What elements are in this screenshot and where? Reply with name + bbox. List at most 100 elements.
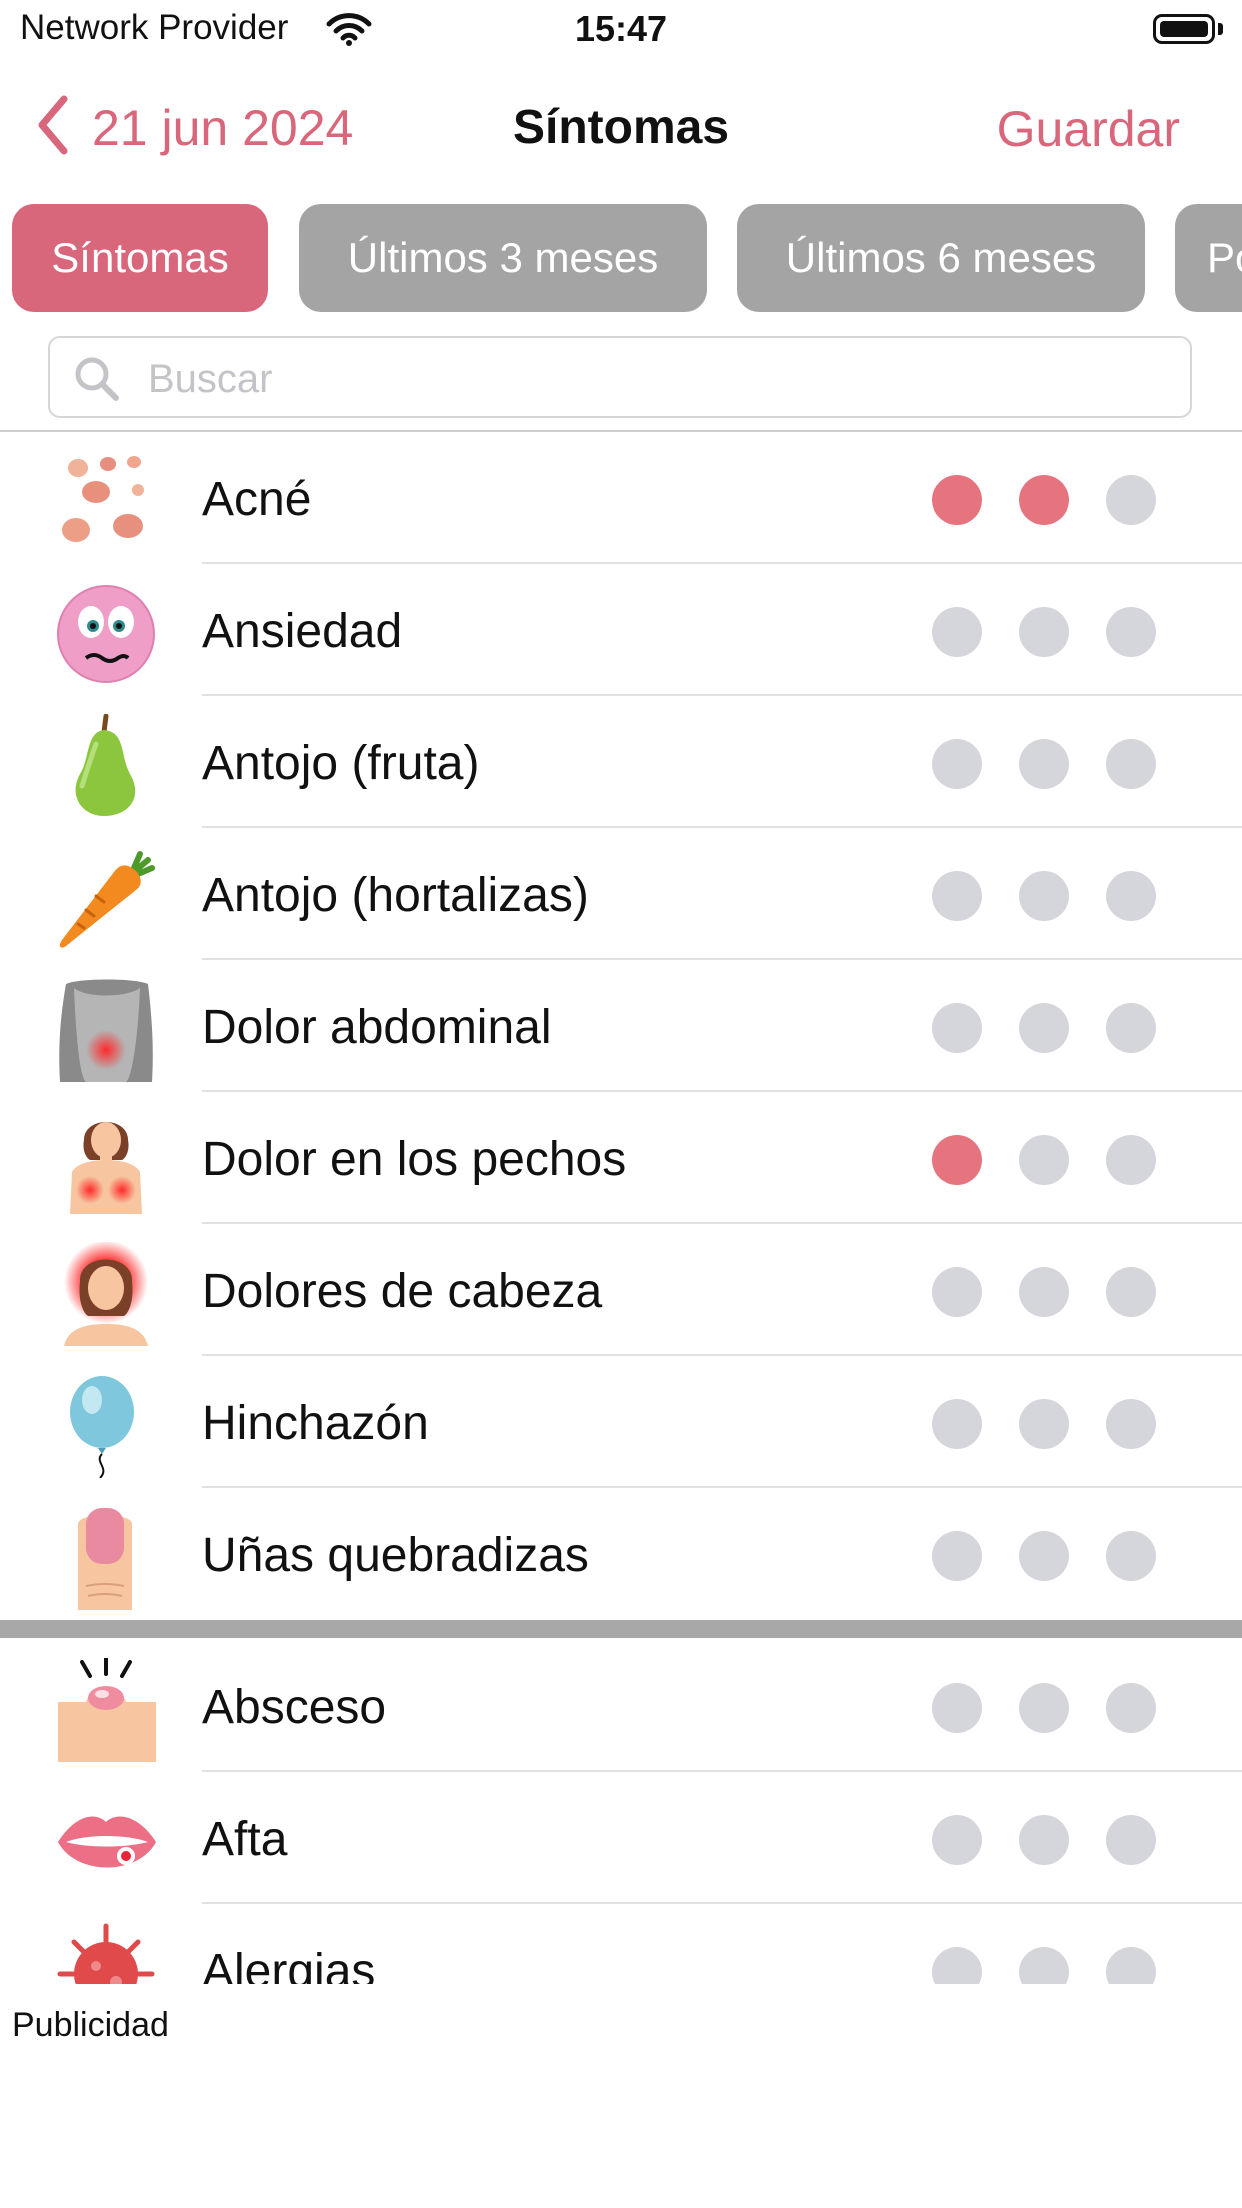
symptom-label: Dolores de cabeza — [202, 1265, 603, 1318]
symptom-label: Absceso — [202, 1681, 387, 1734]
severity-selector — [932, 1399, 1156, 1449]
severity-selector — [932, 1683, 1156, 1733]
symptom-label: Ansiedad — [202, 605, 403, 658]
symptom-label: Dolor en los pechos — [202, 1133, 627, 1186]
severity-dot-1[interactable] — [932, 871, 982, 921]
tab-symptoms[interactable]: Síntomas — [12, 204, 268, 312]
severity-dot-2[interactable] — [1019, 1683, 1069, 1733]
severity-selector — [932, 871, 1156, 921]
severity-selector — [932, 1135, 1156, 1185]
navigation-bar: 21 jun 2024 Síntomas Guardar — [0, 80, 1242, 172]
severity-dot-1[interactable] — [932, 1531, 982, 1581]
severity-dot-3[interactable] — [1106, 1683, 1156, 1733]
breast-pain-icon — [56, 1110, 160, 1214]
severity-dot-3[interactable] — [1106, 1135, 1156, 1185]
severity-dot-2[interactable] — [1019, 1947, 1069, 1984]
symptom-row-abdominal-pain[interactable]: Dolor abdominal — [0, 960, 1242, 1092]
severity-dot-2[interactable] — [1019, 1267, 1069, 1317]
severity-selector — [932, 607, 1156, 657]
severity-dot-3[interactable] — [1106, 1399, 1156, 1449]
pear-icon — [56, 713, 160, 818]
symptom-label: Acné — [202, 473, 312, 526]
symptom-row-craving-fruit[interactable]: Antojo (fruta) — [0, 696, 1242, 828]
symptom-label: Afta — [202, 1813, 288, 1866]
symptom-row-acne[interactable]: Acné — [0, 432, 1242, 564]
filter-tabs: Síntomas Últimos 3 meses Últimos 6 meses… — [0, 204, 1242, 314]
severity-dot-3[interactable] — [1106, 475, 1156, 525]
severity-dot-1[interactable] — [932, 1815, 982, 1865]
severity-dot-2[interactable] — [1019, 871, 1069, 921]
severity-selector — [932, 1815, 1156, 1865]
symptom-row-brittle-nails[interactable]: Uñas quebradizas — [0, 1488, 1242, 1620]
search-icon — [72, 354, 122, 409]
severity-dot-1[interactable] — [932, 475, 982, 525]
symptom-label: Antojo (hortalizas) — [202, 869, 589, 922]
abdomen-icon — [56, 978, 160, 1082]
status-bar: Network Provider 15:47 — [0, 0, 1242, 62]
symptom-label: Hinchazón — [202, 1397, 429, 1450]
severity-dot-3[interactable] — [1106, 1003, 1156, 1053]
severity-dot-2[interactable] — [1019, 1135, 1069, 1185]
symptom-row-canker-sore[interactable]: Afta — [0, 1772, 1242, 1904]
symptom-row-headache[interactable]: Dolores de cabeza — [0, 1224, 1242, 1356]
severity-dot-1[interactable] — [932, 1003, 982, 1053]
severity-dot-1[interactable] — [932, 1683, 982, 1733]
clock: 15:47 — [574, 8, 668, 49]
severity-dot-1[interactable] — [932, 1947, 982, 1984]
severity-dot-2[interactable] — [1019, 1815, 1069, 1865]
lips-icon — [56, 1790, 160, 1894]
severity-selector — [932, 1003, 1156, 1053]
balloon-icon — [56, 1374, 160, 1479]
severity-selector — [932, 1947, 1156, 1984]
symptom-label: Dolor abdominal — [202, 1001, 552, 1054]
search-bar[interactable] — [48, 336, 1192, 418]
severity-dot-3[interactable] — [1106, 1947, 1156, 1984]
severity-dot-1[interactable] — [932, 1267, 982, 1317]
severity-dot-1[interactable] — [932, 607, 982, 657]
section-divider — [0, 1620, 1242, 1638]
symptom-row-anxiety[interactable]: Ansiedad — [0, 564, 1242, 696]
severity-dot-3[interactable] — [1106, 607, 1156, 657]
carrot-icon — [56, 846, 160, 950]
symptom-row-abscess[interactable]: Absceso — [0, 1640, 1242, 1772]
tab-more[interactable]: Po — [1175, 204, 1242, 312]
severity-selector — [932, 739, 1156, 789]
symptom-label: Alergias — [202, 1945, 376, 1984]
severity-selector — [932, 1531, 1156, 1581]
severity-selector — [932, 475, 1156, 525]
severity-dot-3[interactable] — [1106, 1531, 1156, 1581]
symptom-row-craving-vegetables[interactable]: Antojo (hortalizas) — [0, 828, 1242, 960]
virus-icon — [56, 1922, 160, 1984]
save-button[interactable]: Guardar — [997, 100, 1180, 158]
severity-dot-3[interactable] — [1106, 1815, 1156, 1865]
symptom-row-bloating[interactable]: Hinchazón — [0, 1356, 1242, 1488]
severity-dot-2[interactable] — [1019, 475, 1069, 525]
tab-last-6-months[interactable]: Últimos 6 meses — [737, 204, 1145, 312]
severity-dot-2[interactable] — [1019, 1003, 1069, 1053]
symptom-row-allergies[interactable]: Alergias — [0, 1904, 1242, 1984]
severity-dot-2[interactable] — [1019, 1531, 1069, 1581]
anxious-face-icon — [56, 582, 160, 686]
severity-dot-2[interactable] — [1019, 1399, 1069, 1449]
severity-dot-1[interactable] — [932, 1399, 982, 1449]
severity-dot-1[interactable] — [932, 1135, 982, 1185]
severity-dot-3[interactable] — [1106, 1267, 1156, 1317]
acne-icon — [56, 450, 160, 554]
nail-icon — [56, 1506, 160, 1610]
headache-icon — [56, 1240, 160, 1346]
symptom-label: Uñas quebradizas — [202, 1529, 589, 1582]
search-input[interactable] — [146, 348, 1170, 410]
severity-dot-2[interactable] — [1019, 607, 1069, 657]
severity-dot-2[interactable] — [1019, 739, 1069, 789]
ad-label: Publicidad — [12, 2006, 169, 2044]
symptom-label: Antojo (fruta) — [202, 737, 480, 790]
severity-dot-3[interactable] — [1106, 871, 1156, 921]
battery-icon — [1153, 14, 1215, 44]
symptom-list[interactable]: Acné Ansiedad Antojo (fruta) Antojo (hor… — [0, 432, 1242, 1984]
abscess-icon — [56, 1656, 160, 1762]
symptom-row-breast-pain[interactable]: Dolor en los pechos — [0, 1092, 1242, 1224]
severity-dot-3[interactable] — [1106, 739, 1156, 789]
severity-selector — [932, 1267, 1156, 1317]
tab-last-3-months[interactable]: Últimos 3 meses — [299, 204, 707, 312]
severity-dot-1[interactable] — [932, 739, 982, 789]
